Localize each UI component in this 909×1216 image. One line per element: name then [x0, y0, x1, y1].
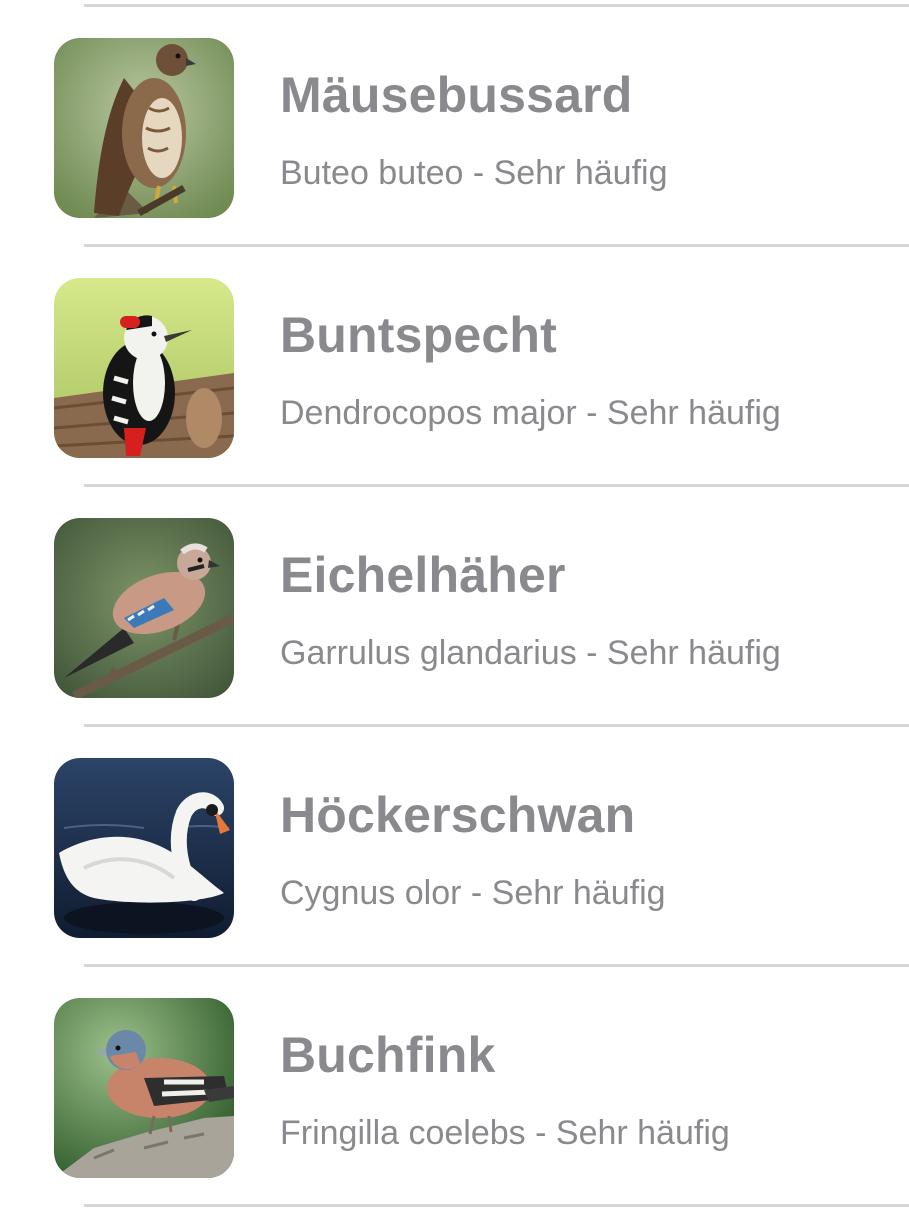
bird-name: Mäusebussard: [280, 67, 633, 123]
bird-name: Buchfink: [280, 1027, 496, 1083]
jay-photo: [54, 518, 234, 698]
list-item[interactable]: Mäusebussard Buteo buteo - Sehr häufig: [0, 6, 909, 246]
bird-name: Höckerschwan: [280, 787, 636, 843]
bird-name: Eichelhäher: [280, 547, 566, 603]
list-item[interactable]: Buchfink Fringilla coelebs - Sehr häufig: [0, 966, 909, 1206]
list-item[interactable]: Buntspecht Dendrocopos major - Sehr häuf…: [0, 246, 909, 486]
swan-photo: [54, 758, 234, 938]
list-item[interactable]: Eichelhäher Garrulus glandarius - Sehr h…: [0, 486, 909, 726]
buzzard-photo: [54, 38, 234, 218]
list-separator: [84, 1204, 909, 1207]
woodpecker-photo: [54, 278, 234, 458]
chaffinch-photo: [54, 998, 234, 1178]
bird-details: Fringilla coelebs - Sehr häufig: [280, 1114, 730, 1152]
bird-details: Cygnus olor - Sehr häufig: [280, 874, 666, 912]
list-item[interactable]: Höckerschwan Cygnus olor - Sehr häufig: [0, 726, 909, 966]
bird-list: Mäusebussard Buteo buteo - Sehr häufig B…: [0, 0, 909, 1216]
bird-details: Garrulus glandarius - Sehr häufig: [280, 634, 781, 672]
bird-details: Dendrocopos major - Sehr häufig: [280, 394, 781, 432]
bird-name: Buntspecht: [280, 307, 557, 363]
bird-details: Buteo buteo - Sehr häufig: [280, 154, 668, 192]
